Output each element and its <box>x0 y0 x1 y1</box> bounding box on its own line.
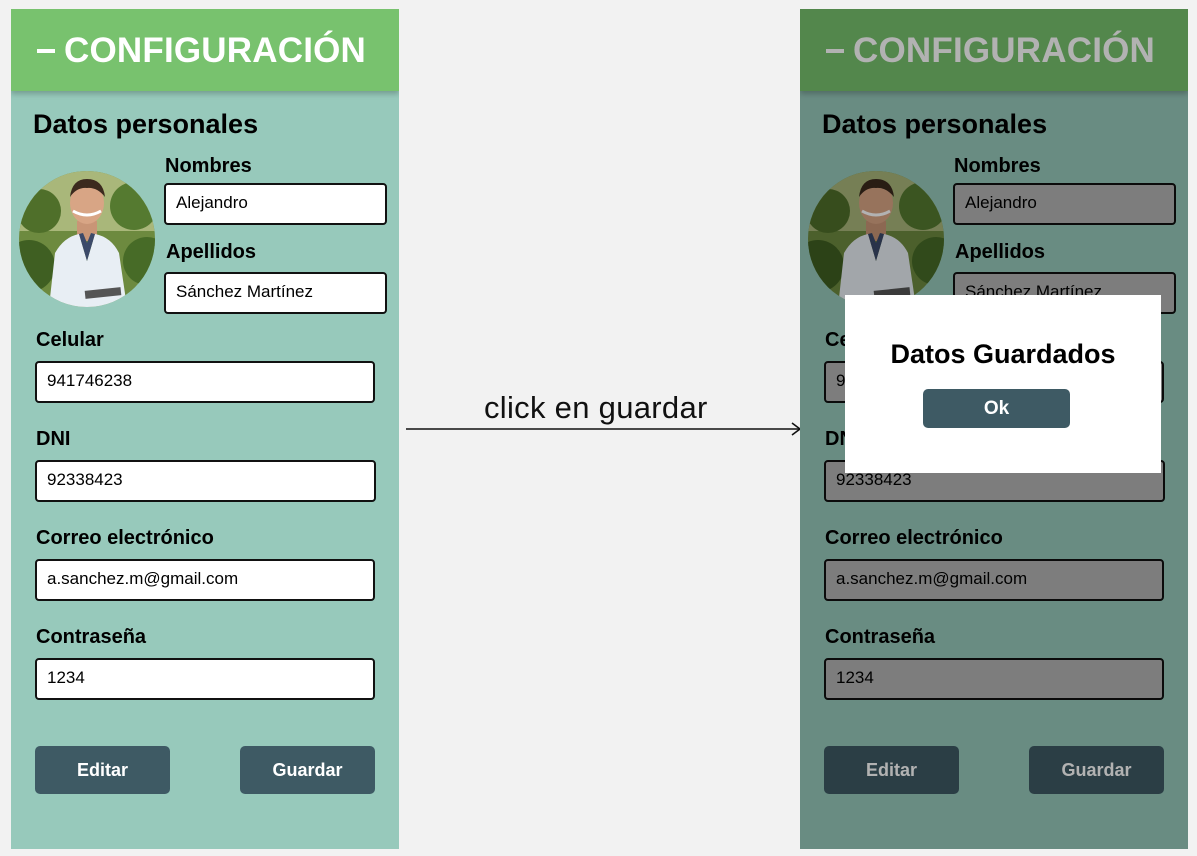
apellidos-field[interactable]: Sánchez Martínez <box>164 272 387 314</box>
celular-field[interactable]: 941746238 <box>35 361 375 403</box>
nombres-field[interactable]: Alejandro <box>164 183 387 225</box>
dni-label: DNI <box>36 428 71 450</box>
correo-label: Correo electrónico <box>36 527 214 549</box>
ok-button[interactable]: Ok <box>923 389 1070 428</box>
guardar-button[interactable]: Guardar <box>240 746 375 794</box>
arrow-right-icon <box>406 422 802 436</box>
celular-label: Celular <box>36 329 104 351</box>
avatar[interactable] <box>19 171 155 307</box>
contrasena-label: Contraseña <box>36 626 147 648</box>
person-photo-icon <box>19 171 155 307</box>
dialog-title: Datos Guardados <box>890 339 1116 369</box>
page-title: CONFIGURACIÓN <box>64 31 367 70</box>
editar-button[interactable]: Editar <box>35 746 170 794</box>
correo-field[interactable]: a.sanchez.m@gmail.com <box>35 559 375 601</box>
contrasena-field[interactable]: 1234 <box>35 658 375 700</box>
saved-dialog: Datos Guardados Ok <box>845 295 1161 473</box>
dni-field[interactable]: 92338423 <box>35 460 376 502</box>
apellidos-label: Apellidos <box>166 241 257 263</box>
menu-dash-icon[interactable] <box>37 49 55 53</box>
app-header: CONFIGURACIÓN <box>11 9 399 91</box>
section-title: Datos personales <box>33 109 259 139</box>
settings-screen-before: CONFIGURACIÓN Datos personales Nombres A… <box>11 9 399 849</box>
nombres-label: Nombres <box>165 155 252 177</box>
